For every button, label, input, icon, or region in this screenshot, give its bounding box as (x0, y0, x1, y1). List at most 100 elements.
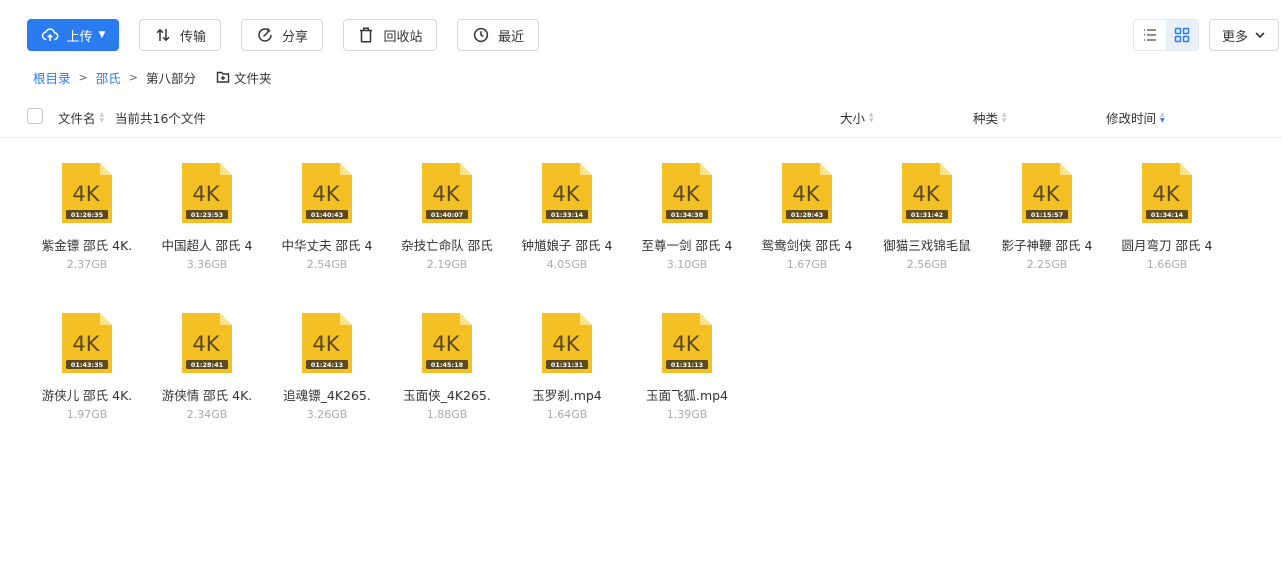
size-column-label: 大小 (840, 111, 866, 126)
name-column-header[interactable]: 文件名 ▲ ▼ (58, 108, 104, 127)
file-item[interactable]: 4K 01:26:35 紫金镖 邵氏 4K. 2.37GB (27, 155, 147, 285)
file-name: 中华丈夫 邵氏 4 (281, 238, 373, 253)
size-column-header[interactable]: 大小 ▲ ▼ (840, 108, 874, 127)
file-item[interactable]: 4K 01:34:14 圆月弯刀 邵氏 4 1.66GB (1107, 155, 1227, 285)
thumb-4k-label: 4K (792, 182, 820, 206)
video-file-icon: 4K 01:33:14 (542, 163, 592, 223)
breadcrumb-level1[interactable]: 邵氏 (96, 68, 121, 87)
caret-down-icon: ▼ (98, 30, 106, 40)
duration-label: 01:40:43 (311, 211, 343, 219)
name-column-label: 文件名 (58, 111, 96, 126)
file-name: 游侠情 邵氏 4K. (161, 388, 253, 403)
type-column-label: 种类 (973, 111, 999, 126)
file-item[interactable]: 4K 01:45:18 玉面侠_4K265. 1.88GB (387, 305, 507, 435)
video-file-icon: 4K 01:28:41 (182, 313, 232, 373)
upload-button[interactable]: 上传 ▼ (27, 19, 119, 51)
file-item[interactable]: 4K 01:40:43 中华丈夫 邵氏 4 2.54GB (267, 155, 387, 285)
file-size: 1.66GB (1146, 258, 1188, 271)
breadcrumb-current: 第八部分 (145, 70, 196, 86)
list-icon (1144, 29, 1156, 41)
file-name: 圆月弯刀 邵氏 4 (1121, 238, 1213, 253)
thumb-4k-label: 4K (72, 182, 100, 206)
file-item[interactable]: 4K 01:15:57 影子神鞭 邵氏 4 2.25GB (987, 155, 1107, 285)
thumb-4k-label: 4K (912, 182, 940, 206)
file-item[interactable]: 4K 01:28:43 鸳鸯剑侠 邵氏 4 1.67GB (747, 155, 867, 285)
file-size: 1.67GB (786, 258, 828, 271)
chevron-right-icon: > (78, 70, 88, 84)
file-item[interactable]: 4K 01:31:13 玉面飞狐.mp4 1.39GB (627, 305, 747, 435)
duration-label: 01:31:31 (551, 361, 584, 369)
transfer-arrows-icon (156, 28, 170, 42)
thumb-4k-label: 4K (432, 332, 460, 356)
file-name: 至尊一剑 邵氏 4 (641, 238, 733, 253)
file-item[interactable]: 4K 01:23:53 中国超人 邵氏 4 3.36GB (147, 155, 267, 285)
upload-label: 上传 (66, 29, 93, 45)
modified-column-label: 修改时间 (1106, 111, 1157, 126)
chevron-down-icon (1255, 32, 1265, 39)
more-button[interactable]: 更多 (1209, 19, 1279, 51)
file-size: 1.97GB (66, 408, 108, 421)
file-size: 1.64GB (546, 408, 588, 421)
clock-icon (473, 27, 489, 43)
thumb-4k-label: 4K (672, 182, 700, 206)
file-count: 当前共16个文件 (115, 108, 206, 127)
sort-icon: ▲ ▼ (869, 110, 874, 124)
file-size: 3.36GB (186, 258, 228, 271)
file-list-header: 文件名 ▲ ▼ 当前共16个文件 大小 ▲ ▼ 种类 ▲ ▼ 修改时间 ▲ ▼ (0, 100, 1282, 138)
file-name: 御猫三戏锦毛鼠 (883, 238, 971, 253)
file-size: 2.34GB (186, 408, 228, 421)
duration-label: 01:40:07 (431, 211, 463, 219)
duration-label: 01:34:38 (671, 211, 704, 219)
trash-icon (360, 27, 373, 43)
file-item[interactable]: 4K 01:43:35 游侠儿 邵氏 4K. 1.97GB (27, 305, 147, 435)
duration-label: 01:43:35 (71, 361, 104, 369)
file-name: 鸳鸯剑侠 邵氏 4 (761, 238, 853, 253)
video-file-icon: 4K 01:43:35 (62, 313, 112, 373)
video-file-icon: 4K 01:45:18 (422, 313, 472, 373)
file-item[interactable]: 4K 01:28:41 游侠情 邵氏 4K. 2.34GB (147, 305, 267, 435)
transfer-button[interactable]: 传输 (139, 19, 221, 51)
new-folder-button[interactable]: 文件夹 (216, 68, 272, 87)
file-count-text: 当前共16个文件 (115, 111, 206, 126)
share-button[interactable]: 分享 (241, 19, 323, 51)
list-view-button[interactable] (1134, 20, 1166, 50)
file-size: 1.88GB (426, 408, 468, 421)
recycle-bin-button[interactable]: 回收站 (343, 19, 437, 51)
type-column-header[interactable]: 种类 ▲ ▼ (973, 108, 1007, 127)
video-file-icon: 4K 01:40:07 (422, 163, 472, 223)
duration-label: 01:31:42 (911, 211, 943, 219)
more-label: 更多 (1221, 29, 1248, 45)
file-item[interactable]: 4K 01:31:31 玉罗刹.mp4 1.64GB (507, 305, 627, 435)
file-item[interactable]: 4K 01:33:14 钟馗娘子 邵氏 4 4.05GB (507, 155, 627, 285)
thumb-4k-label: 4K (192, 182, 220, 206)
select-all-checkbox[interactable] (27, 108, 43, 124)
file-item[interactable]: 4K 01:40:07 杂技亡命队 邵氏 2.19GB (387, 155, 507, 285)
transfer-label: 传输 (179, 29, 206, 45)
duration-label: 01:15:57 (1031, 211, 1063, 219)
breadcrumb-root[interactable]: 根目录 (33, 68, 71, 87)
file-name: 杂技亡命队 邵氏 (401, 238, 493, 253)
duration-label: 01:28:43 (791, 211, 823, 219)
thumb-4k-label: 4K (432, 182, 460, 206)
recent-label: 最近 (497, 29, 524, 45)
recent-button[interactable]: 最近 (457, 19, 539, 51)
grid-view-button[interactable] (1166, 20, 1198, 50)
file-name: 玉面侠_4K265. (403, 388, 491, 403)
video-file-icon: 4K 01:31:13 (662, 313, 712, 373)
file-size: 4.05GB (546, 258, 588, 271)
file-item[interactable]: 4K 01:31:42 御猫三戏锦毛鼠 2.56GB (867, 155, 987, 285)
file-item[interactable]: 4K 01:24:13 追魂镖_4K265. 3.26GB (267, 305, 387, 435)
modified-column-header[interactable]: 修改时间 ▲ ▼ (1106, 108, 1165, 127)
thumb-4k-label: 4K (1152, 182, 1180, 206)
video-file-icon: 4K 01:26:35 (62, 163, 112, 223)
video-file-icon: 4K 01:23:53 (182, 163, 232, 223)
file-name: 游侠儿 邵氏 4K. (41, 388, 133, 403)
file-item[interactable]: 4K 01:34:38 至尊一剑 邵氏 4 3.10GB (627, 155, 747, 285)
duration-label: 01:23:53 (191, 211, 223, 219)
video-file-icon: 4K 01:34:14 (1142, 163, 1192, 223)
share-icon (258, 28, 272, 42)
duration-label: 01:31:13 (671, 361, 703, 369)
share-label: 分享 (281, 29, 308, 45)
sort-icon: ▲ ▼ (1002, 110, 1007, 124)
video-file-icon: 4K 01:28:43 (782, 163, 832, 223)
